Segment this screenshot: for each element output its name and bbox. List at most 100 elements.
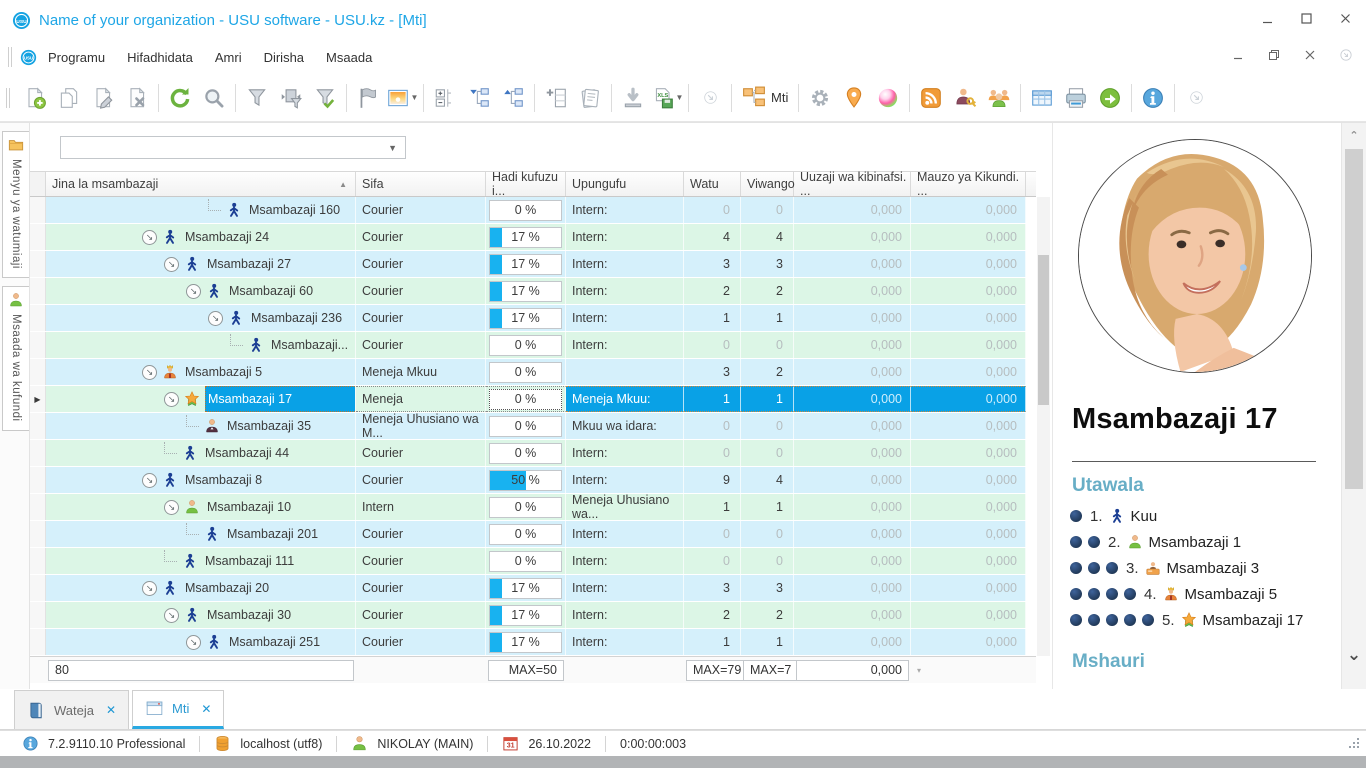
- cell-mauzo[interactable]: 0,000: [911, 413, 1026, 439]
- cell-viwango[interactable]: 0: [741, 197, 794, 223]
- expand-icon[interactable]: ↘: [142, 580, 157, 596]
- cell-progress[interactable]: 17 %: [486, 602, 566, 628]
- header-progress[interactable]: Hadi kufuzu i...: [486, 170, 566, 198]
- cell-name[interactable]: Msambazaji 35: [46, 413, 356, 439]
- toolbar-rss-button[interactable]: [914, 80, 948, 116]
- cell-watu[interactable]: 1: [684, 305, 741, 331]
- cell-uuzaji[interactable]: 0,000: [794, 278, 911, 304]
- expand-icon[interactable]: ↘: [186, 634, 201, 650]
- cell-upungufu[interactable]: Intern:: [566, 278, 684, 304]
- expand-icon[interactable]: ↘: [164, 256, 179, 272]
- cell-mauzo[interactable]: 0,000: [911, 521, 1026, 547]
- menu-msaada[interactable]: Msaada: [326, 50, 372, 65]
- toolbar-filter-window-button[interactable]: [274, 80, 308, 116]
- cell-uuzaji[interactable]: 0,000: [794, 575, 911, 601]
- cell-uuzaji[interactable]: 0,000: [794, 224, 911, 250]
- cell-progress[interactable]: 0 %: [486, 386, 566, 412]
- cell-uuzaji[interactable]: 0,000: [794, 386, 911, 412]
- cell-sifa[interactable]: Courier: [356, 467, 486, 493]
- cell-watu[interactable]: 9: [684, 467, 741, 493]
- cell-mauzo[interactable]: 0,000: [911, 629, 1026, 655]
- toolbar-filter-apply-button[interactable]: [308, 80, 342, 116]
- cell-mauzo[interactable]: 0,000: [911, 305, 1026, 331]
- cell-name[interactable]: ↘ Msambazaji 17: [46, 386, 356, 412]
- tab-wateja-close-icon[interactable]: ✕: [106, 703, 116, 717]
- cell-progress[interactable]: 17 %: [486, 629, 566, 655]
- hierarchy-item[interactable]: 3. Msambazaji 3: [1070, 555, 1303, 581]
- cell-sifa[interactable]: Courier: [356, 629, 486, 655]
- header-viwango[interactable]: Viwango: [741, 172, 795, 196]
- table-row[interactable]: ↘ Msambazaji 5 Meneja Mkuu 0 % 3 2 0,000 0,000: [30, 359, 1036, 386]
- cell-mauzo[interactable]: 0,000: [911, 278, 1026, 304]
- tab-mti-close-icon[interactable]: ✕: [201, 702, 211, 716]
- expand-icon[interactable]: ↘: [186, 283, 201, 299]
- cell-watu[interactable]: 2: [684, 602, 741, 628]
- cell-viwango[interactable]: 2: [741, 602, 794, 628]
- cell-uuzaji[interactable]: 0,000: [794, 467, 911, 493]
- cell-name[interactable]: Msambazaji 44: [46, 440, 356, 466]
- header-upungufu[interactable]: Upungufu: [566, 172, 684, 196]
- right-scrollbar[interactable]: ⌃ ⌄: [1341, 123, 1366, 689]
- table-row[interactable]: ↘ Msambazaji 236 Courier 17 % Intern: 1 1 0,000…: [30, 305, 1036, 332]
- toolbar-settings-button[interactable]: [803, 80, 837, 116]
- cell-mauzo[interactable]: 0,000: [911, 467, 1026, 493]
- table-row[interactable]: ↘ Msambazaji 10 Intern 0 % Meneja Uhusiano w…: [30, 493, 1036, 521]
- cell-sifa[interactable]: Courier: [356, 278, 486, 304]
- cell-viwango[interactable]: 1: [741, 494, 794, 520]
- cell-viwango[interactable]: 0: [741, 548, 794, 574]
- cell-progress[interactable]: 0 %: [486, 494, 566, 520]
- cell-progress[interactable]: 0 %: [486, 440, 566, 466]
- table-row[interactable]: Msambazaji 201 Courier 0 % Intern: 0 0 0,000 0,…: [30, 521, 1036, 548]
- right-scrollbar-thumb[interactable]: [1345, 149, 1363, 489]
- cell-viwango[interactable]: 0: [741, 332, 794, 358]
- cell-upungufu[interactable]: Intern:: [566, 602, 684, 628]
- cell-name[interactable]: ↘ Msambazaji 8: [46, 467, 356, 493]
- table-row[interactable]: ↘ Msambazaji 30 Courier 17 % Intern: 2 2 0,000 0…: [30, 602, 1036, 629]
- toolbar-tree-collapse-button[interactable]: [496, 80, 530, 116]
- cell-watu[interactable]: 0: [684, 413, 741, 439]
- table-row[interactable]: ↘ Msambazaji 20 Courier 17 % Intern: 3 3 0,000 0…: [30, 575, 1036, 602]
- cell-sifa[interactable]: Courier: [356, 440, 486, 466]
- cell-sifa[interactable]: Meneja Mkuu: [356, 359, 486, 385]
- cell-upungufu[interactable]: Intern:: [566, 440, 684, 466]
- cell-uuzaji[interactable]: 0,000: [794, 629, 911, 655]
- tab-wateja[interactable]: Wateja ✕: [14, 690, 130, 729]
- cell-progress[interactable]: 17 %: [486, 575, 566, 601]
- menu-dirisha[interactable]: Dirisha: [264, 50, 304, 65]
- header-name[interactable]: Jina la msambazaji ▲: [46, 172, 356, 196]
- expand-icon[interactable]: ↘: [142, 472, 157, 488]
- cell-uuzaji[interactable]: 0,000: [794, 521, 911, 547]
- cell-upungufu[interactable]: Intern:: [566, 224, 684, 250]
- cell-name[interactable]: ↘ Msambazaji 20: [46, 575, 356, 601]
- tab-mti[interactable]: Mti ✕: [132, 690, 225, 729]
- toolbar-print-button[interactable]: [1059, 80, 1093, 116]
- cell-mauzo[interactable]: 0,000: [911, 332, 1026, 358]
- menu-programu[interactable]: Programu: [48, 50, 105, 65]
- cell-watu[interactable]: 2: [684, 278, 741, 304]
- filter-combobox[interactable]: ▼: [60, 136, 406, 159]
- mdi-more-icon[interactable]: [1340, 48, 1352, 66]
- cell-viwango[interactable]: 3: [741, 251, 794, 277]
- hierarchy-item[interactable]: 2. Msambazaji 1: [1070, 529, 1303, 555]
- toolbar-edit-record-button[interactable]: [86, 80, 120, 116]
- cell-uuzaji[interactable]: 0,000: [794, 494, 911, 520]
- mdi-close-button[interactable]: [1304, 48, 1316, 66]
- cell-uuzaji[interactable]: 0,000: [794, 197, 911, 223]
- cell-watu[interactable]: 0: [684, 521, 741, 547]
- header-uuzaji[interactable]: Uuzaji wa kibinafsi. ...: [794, 170, 911, 198]
- cell-sifa[interactable]: Meneja Uhusiano wa M...: [356, 412, 486, 440]
- cell-sifa[interactable]: Courier: [356, 602, 486, 628]
- maximize-button[interactable]: [1300, 12, 1313, 30]
- cell-upungufu[interactable]: Intern:: [566, 197, 684, 223]
- cell-name[interactable]: Msambazaji...: [46, 332, 356, 358]
- cell-watu[interactable]: 0: [684, 197, 741, 223]
- toolbar-colors-button[interactable]: [871, 80, 905, 116]
- table-row[interactable]: Msambazaji 111 Courier 0 % Intern: 0 0 0,000 0,…: [30, 548, 1036, 575]
- cell-sifa[interactable]: Courier: [356, 197, 486, 223]
- hierarchy-item[interactable]: 4. Msambazaji 5: [1070, 581, 1303, 607]
- toolbar-delete-record-button[interactable]: [120, 80, 154, 116]
- cell-name[interactable]: ↘ Msambazaji 60: [46, 278, 356, 304]
- cell-mauzo[interactable]: 0,000: [911, 602, 1026, 628]
- table-row[interactable]: ↘ Msambazaji 27 Courier 17 % Intern: 3 3 0,000 0…: [30, 251, 1036, 278]
- cell-upungufu[interactable]: Mkuu wa idara:: [566, 413, 684, 439]
